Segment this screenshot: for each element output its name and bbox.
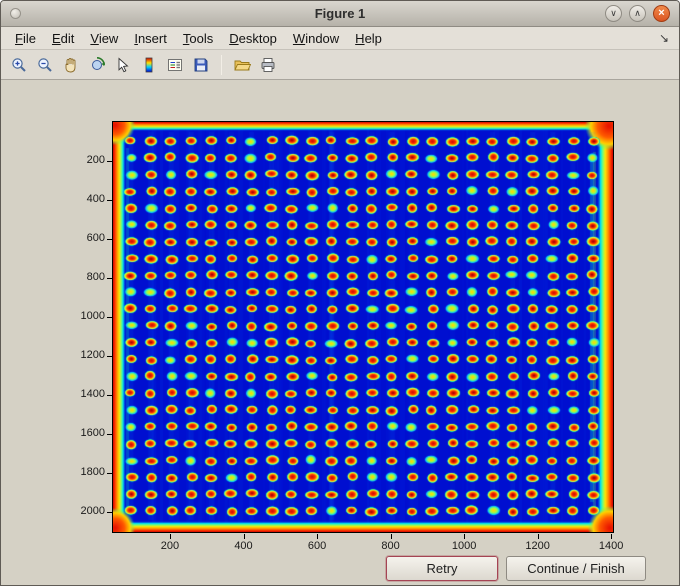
menu-tools[interactable]: Tools — [175, 29, 221, 48]
menu-file[interactable]: File — [7, 29, 44, 48]
figure-toolbar — [1, 50, 679, 80]
y-axis-tickmark — [107, 473, 112, 475]
zoom-in-icon — [12, 57, 26, 72]
plot-axes[interactable] — [112, 121, 614, 533]
menu-insert[interactable]: Insert — [126, 29, 175, 48]
y-axis-tick-label: 800 — [86, 271, 105, 284]
x-axis-tick-label: 1200 — [525, 540, 550, 552]
x-axis-tickmark — [537, 534, 539, 539]
rotate-3d-icon — [92, 56, 105, 70]
dock-figure-icon[interactable]: ↘ — [659, 31, 673, 45]
x-axis-tickmark — [611, 534, 613, 539]
menu-desktop[interactable]: Desktop — [221, 29, 285, 48]
printer-icon — [261, 57, 275, 72]
window-title: Figure 1 — [314, 6, 366, 21]
open-folder-icon — [234, 60, 251, 70]
y-axis-tick-label: 1800 — [80, 466, 105, 479]
pan-button[interactable] — [59, 53, 83, 77]
x-axis-tickmark — [243, 534, 245, 539]
menu-help[interactable]: Help — [347, 29, 390, 48]
x-axis-tickmark — [169, 534, 171, 539]
window-menu-icon[interactable] — [10, 8, 21, 19]
y-axis-tickmark — [107, 239, 112, 241]
titlebar[interactable]: Figure 1 ∨ ∧ × — [1, 1, 679, 27]
toolbar-separator — [221, 54, 222, 75]
rotate-3d-button[interactable] — [85, 53, 109, 77]
menubar-items: File Edit View Insert Tools Desktop Window Help — [7, 29, 390, 48]
menu-edit[interactable]: Edit — [44, 29, 82, 48]
y-axis-tick-label: 2000 — [80, 505, 105, 518]
x-axis-tick-label: 1000 — [451, 540, 477, 552]
plate-image[interactable] — [113, 122, 613, 532]
x-axis-tick-label: 800 — [381, 540, 400, 552]
y-axis-tick-label: 600 — [86, 232, 105, 245]
y-axis-tick-label: 400 — [86, 193, 105, 206]
y-axis-tick-label: 1000 — [80, 310, 105, 323]
y-axis-tickmark — [107, 356, 112, 358]
insert-colorbar-button[interactable] — [137, 53, 161, 77]
y-axis-tickmark — [107, 278, 112, 280]
x-axis-tick-label: 1400 — [598, 540, 624, 552]
x-axis-tick-label: 400 — [234, 540, 253, 552]
open-file-button[interactable] — [230, 53, 254, 77]
maximize-button[interactable]: ∧ — [629, 5, 646, 22]
menubar: File Edit View Insert Tools Desktop Window Help… — [1, 27, 679, 50]
y-axis-tick-label: 1200 — [80, 349, 105, 362]
menu-window[interactable]: Window — [285, 29, 347, 48]
menu-view[interactable]: View — [82, 29, 126, 48]
y-axis-tick-label: 200 — [86, 154, 105, 166]
y-axis-tickmark — [107, 395, 112, 397]
x-axis-tick-label: 600 — [307, 540, 327, 552]
pan-hand-icon — [65, 57, 76, 72]
colorbar-icon — [145, 57, 153, 72]
y-axis-tickmark — [107, 317, 112, 319]
figure-content: Retry Continue / Finish 200 400 600 800 1000… — [1, 80, 679, 585]
floppy-disk-icon — [194, 58, 208, 71]
y-axis-tickmark — [107, 434, 112, 436]
y-axis-tick-label: 1400 — [80, 388, 105, 401]
close-button[interactable]: × — [653, 5, 670, 22]
legend-icon — [168, 58, 182, 71]
y-axis-tickmark — [107, 200, 112, 202]
x-axis-tickmark — [317, 534, 319, 539]
shade-button[interactable]: ∨ — [605, 5, 622, 22]
x-axis-tickmark — [390, 534, 392, 539]
retry-button[interactable]: Retry — [386, 556, 498, 581]
y-axis-tickmark — [107, 161, 112, 162]
insert-legend-button[interactable] — [163, 53, 187, 77]
figure-window: Figure 1 ∨ ∧ × File Edit View Insert Tools De… — [0, 0, 680, 586]
data-cursor-icon — [118, 57, 129, 72]
y-axis-tickmark — [107, 512, 112, 514]
zoom-out-button[interactable] — [33, 53, 57, 77]
x-axis-tick-label: 200 — [160, 540, 180, 552]
data-cursor-button[interactable] — [111, 53, 135, 77]
window-controls: ∨ ∧ × — [605, 5, 679, 22]
zoom-in-button[interactable] — [7, 53, 31, 77]
save-figure-button[interactable] — [189, 53, 213, 77]
x-axis-tickmark — [464, 534, 466, 539]
y-axis-tick-label: 1600 — [80, 427, 105, 440]
continue-finish-button[interactable]: Continue / Finish — [506, 556, 646, 581]
print-button[interactable] — [256, 53, 280, 77]
zoom-out-icon — [38, 57, 52, 72]
